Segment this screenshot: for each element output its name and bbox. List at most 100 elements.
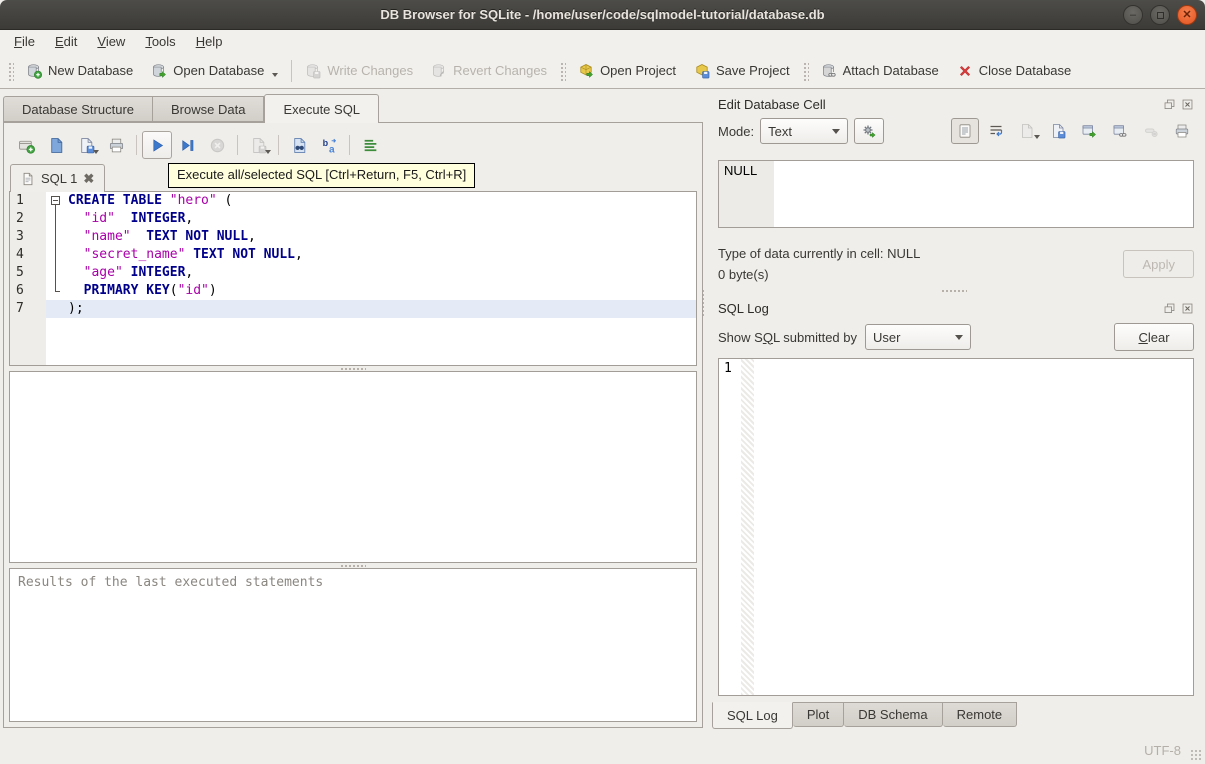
find-button[interactable] xyxy=(284,131,314,159)
clear-log-button[interactable]: Clear xyxy=(1114,323,1194,351)
tab-browse-data[interactable]: Browse Data xyxy=(152,96,265,122)
splitter-grip xyxy=(340,564,366,567)
menu-view[interactable]: View xyxy=(87,32,135,51)
cell-icon-toolbar xyxy=(951,118,1196,144)
code-line-2: "id" INTEGER, xyxy=(46,210,696,228)
execute-line-button[interactable] xyxy=(172,131,202,159)
bottom-tab-plot[interactable]: Plot xyxy=(792,702,845,727)
save-project-button[interactable]: Save Project xyxy=(685,58,799,84)
dropdown-arrow-icon[interactable] xyxy=(265,150,271,154)
toolbar-drag-handle[interactable] xyxy=(801,60,809,81)
menu-edit[interactable]: Edit xyxy=(45,32,87,51)
menu-help[interactable]: Help xyxy=(186,32,233,51)
splitter-grip xyxy=(941,290,967,292)
toolbar-button-label: Close Database xyxy=(978,63,1072,78)
format-sql-icon xyxy=(364,139,376,151)
auto-switch-mode-button[interactable] xyxy=(854,118,885,144)
tab-close-icon[interactable]: ✖ xyxy=(83,171,94,187)
line-number: 2 xyxy=(16,211,24,226)
show-sql-label: Show SQL submitted by xyxy=(718,329,857,345)
dropdown-arrow-icon[interactable] xyxy=(93,150,99,154)
log-filter-combobox[interactable]: User xyxy=(865,324,971,350)
float-dock-icon[interactable] xyxy=(1163,98,1176,111)
open-external-icon xyxy=(1082,125,1096,138)
results-grid-pane[interactable] xyxy=(9,371,697,563)
close-dock-icon[interactable] xyxy=(1181,302,1194,315)
toolbar-button-label: New Database xyxy=(48,63,134,78)
titlebar: DB Browser for SQLite - /home/user/code/… xyxy=(0,0,1205,30)
menu-tools[interactable]: Tools xyxy=(135,32,185,51)
fold-line xyxy=(49,228,63,246)
dropdown-arrow-icon[interactable] xyxy=(1034,135,1040,139)
save-results-button xyxy=(243,131,273,159)
line-number: 1 xyxy=(16,193,24,208)
tab-database-structure[interactable]: Database Structure xyxy=(3,96,153,122)
replace-button[interactable]: ba xyxy=(314,131,344,159)
chevron-down-icon xyxy=(955,334,963,340)
save-sql-file-button[interactable] xyxy=(71,131,101,159)
close-database-button[interactable]: Close Database xyxy=(948,58,1081,84)
dropdown-arrow-icon[interactable] xyxy=(272,72,279,77)
open-external-button[interactable] xyxy=(1075,118,1103,144)
copy-link-button[interactable] xyxy=(1106,118,1134,144)
apply-button[interactable]: Apply xyxy=(1123,250,1194,278)
float-dock-icon[interactable] xyxy=(1163,302,1176,315)
print-button[interactable] xyxy=(101,131,131,159)
resize-grip[interactable] xyxy=(1190,749,1202,761)
line-number: 4 xyxy=(16,247,24,262)
open-project-button[interactable]: Open Project xyxy=(569,58,685,84)
open-sql-file-icon xyxy=(50,137,62,153)
sql-code-editor[interactable]: 1 2 3 4 5 6 7 CREATE TABLE "hero" ( "id" INTEG… xyxy=(9,191,697,366)
mode-combobox[interactable]: Text xyxy=(760,118,849,144)
close-button[interactable]: ✕ xyxy=(1177,5,1197,25)
sql-editor-tab[interactable]: SQL 1 ✖ xyxy=(10,164,106,192)
word-wrap-button[interactable] xyxy=(982,118,1010,144)
new-database-button[interactable]: New Database xyxy=(17,58,142,84)
attach-database-button[interactable]: Attach Database xyxy=(812,58,948,84)
line-number-gutter: 1 2 3 4 5 6 7 xyxy=(10,192,46,365)
sql-editor-tab-label: SQL 1 xyxy=(41,171,78,186)
gear-arrow-icon xyxy=(863,125,876,138)
toolbar-drag-handle[interactable] xyxy=(7,60,14,81)
format-sql-button[interactable] xyxy=(355,131,385,159)
bottom-tab-remote[interactable]: Remote xyxy=(942,702,1018,727)
printer-button[interactable] xyxy=(1168,118,1196,144)
execute-sql-icon xyxy=(152,138,163,152)
edit-cell-title: Edit Database Cell xyxy=(718,96,826,112)
open-database-button[interactable]: Open Database xyxy=(142,58,287,84)
cell-value-editor[interactable]: NULL xyxy=(718,160,1194,228)
tab-execute-sql[interactable]: Execute SQL xyxy=(264,94,380,123)
execute-sql-button[interactable] xyxy=(142,131,172,159)
print-icon xyxy=(109,138,123,152)
dock-splitter[interactable] xyxy=(712,285,1196,297)
close-dock-icon[interactable] xyxy=(1181,98,1194,111)
menu-file[interactable]: File xyxy=(4,32,45,51)
new-tab-button[interactable] xyxy=(11,131,41,159)
revert-changes-icon xyxy=(433,63,445,77)
edit-cell-dock-title: Edit Database Cell xyxy=(712,93,1196,115)
cell-mode-row: Mode: Text xyxy=(712,115,1196,147)
code-line-1: CREATE TABLE "hero" ( xyxy=(46,192,696,210)
bottom-tab-db-schema[interactable]: DB Schema xyxy=(844,702,943,727)
fold-line xyxy=(49,210,63,228)
results-message-pane[interactable]: Results of the last executed statements xyxy=(9,568,697,722)
save-as-button[interactable] xyxy=(1044,118,1072,144)
open-sql-file-button[interactable] xyxy=(41,131,71,159)
revert-changes-button: Revert Changes xyxy=(422,58,556,84)
maximize-button[interactable] xyxy=(1150,5,1170,25)
text-mode-icon xyxy=(959,124,971,138)
save-as-icon xyxy=(1053,124,1066,139)
text-mode-button[interactable] xyxy=(951,118,979,144)
toolbar-drag-handle[interactable] xyxy=(559,60,567,81)
mode-value: Text xyxy=(768,123,792,139)
copy-link-icon xyxy=(1113,125,1127,137)
cell-info-row: Type of data currently in cell: NULL 0 b… xyxy=(718,243,1194,285)
minimize-button[interactable]: – xyxy=(1123,5,1143,25)
main-tab-bar: Database Structure Browse Data Execute SQL xyxy=(0,93,706,123)
bottom-tab-sql-log[interactable]: SQL Log xyxy=(712,702,793,729)
sql-log-view[interactable]: 1 xyxy=(718,358,1194,696)
code-lines: CREATE TABLE "hero" ( "id" INTEGER, "nam… xyxy=(46,192,696,365)
fold-marker-icon[interactable] xyxy=(49,192,63,210)
cell-null-value: NULL xyxy=(719,161,774,227)
log-line-number: 1 xyxy=(724,361,732,376)
